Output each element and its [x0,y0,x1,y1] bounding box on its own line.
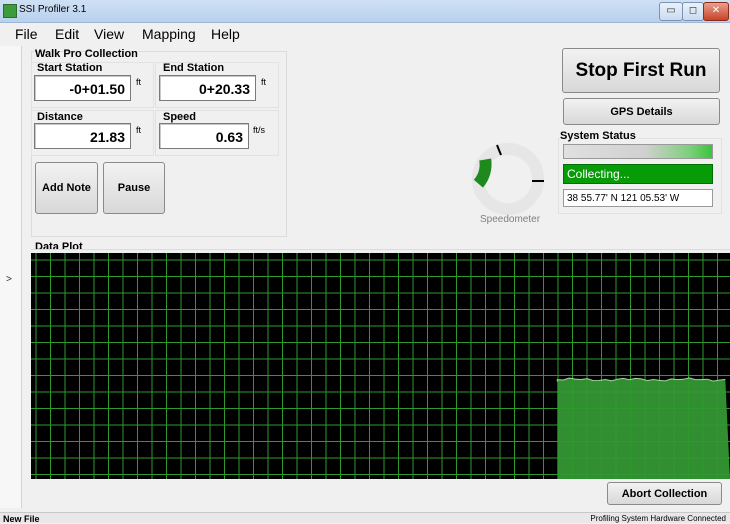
speed-unit: ft/s [253,125,266,135]
start-station-label: Start Station [37,62,103,74]
abort-collection-button[interactable]: Abort Collection [607,482,722,505]
data-plot-fill [557,377,730,479]
data-plot-divider [31,249,730,250]
file-status: New File [3,514,40,524]
end-station-unit: ft [261,77,267,87]
distance-label: Distance [37,111,83,123]
walk-pro-title: Walk Pro Collection [35,48,138,60]
window-title: SSI Profiler 3.1 [19,4,87,15]
data-plot-canvas [31,253,730,479]
distance-value: 21.83 [34,123,131,149]
add-note-button[interactable]: Add Note [35,162,98,214]
menu-file[interactable]: File [15,26,38,42]
title-bar: SSI Profiler 3.1 ▭ ◻ ✕ [0,0,730,23]
app-icon [3,4,17,18]
speedometer-gauge [472,143,544,215]
end-station-value: 0+20.33 [159,75,256,101]
status-progress-bar [563,144,713,159]
hardware-status: Profiling System Hardware Connected [590,514,726,523]
menu-help[interactable]: Help [211,26,240,42]
side-panel-strip: > [0,46,22,508]
speedometer-label: Speedometer [480,214,541,225]
distance-unit: ft [136,125,142,135]
pause-button[interactable]: Pause [103,162,165,214]
end-station-label: End Station [163,62,225,74]
speed-label: Speed [163,111,197,123]
expand-panel-toggle[interactable]: > [6,274,12,285]
speed-value: 0.63 [159,123,249,149]
maximize-button[interactable]: ◻ [682,2,704,21]
menu-view[interactable]: View [94,26,124,42]
gps-coordinates: 38 55.77' N 121 05.53' W [563,189,713,207]
minimize-button[interactable]: ▭ [659,2,683,21]
gps-details-button[interactable]: GPS Details [563,98,720,125]
start-station-value: -0+01.50 [34,75,131,101]
close-button[interactable]: ✕ [703,2,729,21]
menu-edit[interactable]: Edit [55,26,79,42]
status-bar: New File Profiling System Hardware Conne… [0,512,730,524]
menu-mapping[interactable]: Mapping [142,26,196,42]
system-status-title: System Status [560,130,638,142]
stop-first-run-button[interactable]: Stop First Run [562,48,720,93]
menu-bar: File Edit View Mapping Help [0,23,730,45]
collecting-status: Collecting... [563,164,713,184]
data-plot-title: Data Plot [35,241,83,253]
start-station-unit: ft [136,77,142,87]
